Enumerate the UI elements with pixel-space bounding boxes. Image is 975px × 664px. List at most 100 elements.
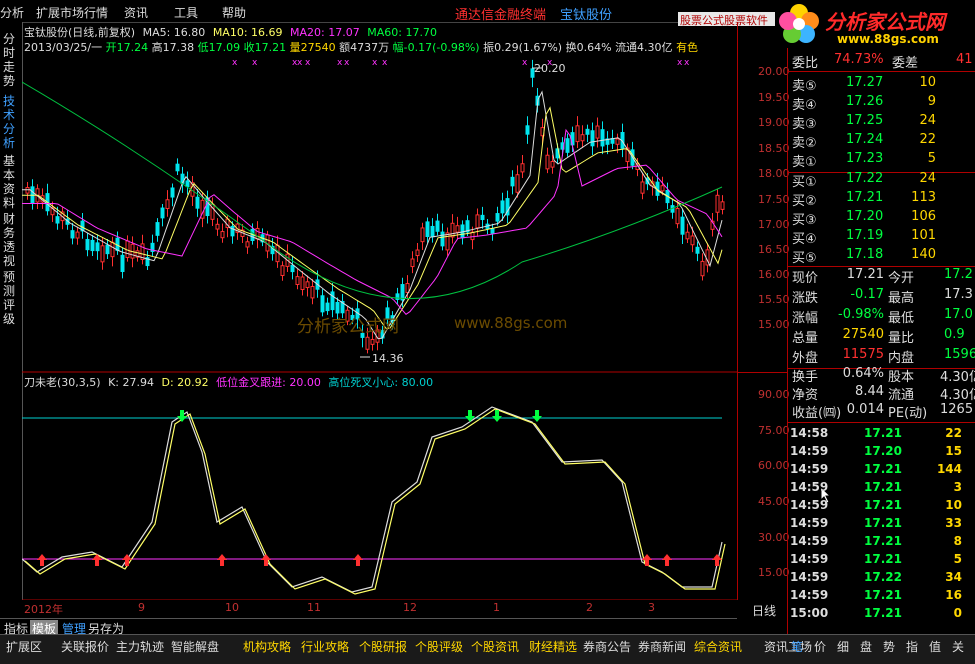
stat-label: 今开 [888,271,915,286]
ma5-line [22,90,723,340]
tab-fundamentals[interactable]: 基本资料 [3,154,17,210]
menu-news[interactable]: 资讯 [124,4,148,21]
sell-level-4: 卖④ 17.26 9 [788,94,975,114]
current-stock-name: 宝钛股份 [560,8,613,23]
tab-technical[interactable]: 技术分析 [3,94,17,150]
quote-view-button[interactable]: 笔 [791,638,803,655]
sell-level-5-price: 17.27 [846,75,884,90]
quote-view-button[interactable]: 值 [929,638,941,655]
stat2-label: 换手 [792,370,819,385]
svg-text:x: x [522,58,528,68]
indicator-tick: 30.00 [758,531,790,544]
bottom-tab[interactable]: 扩展区 [6,638,42,655]
bottom-tab[interactable]: 个股资讯 [471,638,519,655]
stat-value: 17.21 [846,267,884,282]
stat-value: 27540 [842,327,884,342]
bar-change: 幅-0.17(-0.98%) [392,41,480,54]
stat-row: 现价 17.21 今开 17.2 [788,267,975,287]
price-tick: 17.00 [758,218,790,231]
buy-level-2-label: 买② [792,194,817,209]
time-tick: 11 [307,601,321,614]
tick-row: 14:59 17.22 34 [788,570,975,588]
quote-view-button[interactable]: 细 [837,638,849,655]
price-tick: 15.00 [758,318,790,331]
sell-level-1-price: 17.23 [846,151,884,166]
bottom-tab[interactable]: 主力轨迹 [116,638,164,655]
time-tick: 2012年 [24,603,63,616]
quote-view-button[interactable]: 盘 [860,638,872,655]
stat-label: 量比 [888,331,915,346]
svg-text:x: x [344,58,350,68]
sell-level-5-volume: 10 [919,75,936,90]
chart-title: 宝钛股份(日线,前复权) [24,26,136,39]
bottom-tab[interactable]: 综合资讯 [694,638,742,655]
quote-view-button[interactable]: 价 [814,638,826,655]
menu-extended-market[interactable]: 扩展市场行情 [36,4,108,21]
menu-analysis[interactable]: 分析 [0,4,24,21]
quote-view-button[interactable]: 势 [883,638,895,655]
bottom-tab[interactable]: 智能解盘 [171,638,219,655]
indicator-low-line: 低位金叉跟进: 20.00 [216,376,321,389]
bottom-tab[interactable]: 机构攻略 [243,638,291,655]
svg-text:x: x [684,58,690,68]
tick-time: 14:59 [790,534,829,548]
indicator-high-line: 高位死叉小心: 80.00 [328,376,434,389]
buy-level-1-price: 17.22 [846,171,884,186]
sell-level-5: 卖⑤ 17.27 10 [788,75,975,95]
menu-tools[interactable]: 工具 [174,4,198,21]
buy-level-4-label: 买④ [792,232,817,247]
tick-row: 14:59 17.21 10 [788,498,975,516]
sell-level-4-price: 17.26 [846,94,884,109]
bottom-tab[interactable]: 行业攻略 [301,638,349,655]
tab-ratings[interactable]: 预测评级 [3,270,17,326]
quote-view-button[interactable]: 指 [906,638,918,655]
price-tick: 20.00 [758,65,790,78]
period-label[interactable]: 日线 [752,602,776,619]
tick-time: 14:59 [790,480,829,494]
time-tick: 12 [403,601,417,614]
tick-row: 15:00 17.21 0 [788,606,975,624]
indicator-tick: 75.00 [758,424,790,437]
tick-price: 17.21 [864,552,902,566]
quote-view-button[interactable]: 关 [952,638,964,655]
bar-date: 2013/03/25/一 [24,41,103,54]
ma60-line [22,81,723,300]
candlestick-series [25,59,725,354]
tick-volume: 8 [953,534,962,548]
bottom-tab[interactable]: 券商新闻 [638,638,686,655]
tick-price: 17.21 [864,516,902,530]
sell-level-1: 卖① 17.23 5 [788,151,975,171]
stat2-label: 股本 [888,370,915,385]
stat2-label: PE(动) [888,406,928,421]
tick-volume: 16 [945,588,962,602]
stat-row: 外盘 11575 内盘 1596 [788,347,975,367]
tick-time: 14:59 [790,498,829,512]
weicha-value: 41 [956,52,973,67]
price-tick: 18.50 [758,142,790,155]
tab-intraday[interactable]: 分时走势 [3,32,17,88]
stat-value: 1596 [944,347,975,362]
menu-help[interactable]: 帮助 [222,4,246,21]
stat-value: -0.17 [850,287,884,302]
bottom-tab[interactable]: 个股研报 [359,638,407,655]
bottom-tab[interactable]: 个股评级 [415,638,463,655]
price-tick: 18.00 [758,167,790,180]
chart-area[interactable]: xxxxxxxxxxxxx 宝钛股份(日线,前复权) MA5: 16.80 MA… [22,22,737,616]
sell-level-2-volume: 22 [919,132,936,147]
tick-volume: 22 [945,426,962,440]
price-tick: 16.00 [758,268,790,281]
stat2-value: 1265 [940,402,974,417]
bottom-tab[interactable]: 关联报价 [61,638,109,655]
tick-row: 14:59 17.20 15 [788,444,975,462]
stat-label: 涨幅 [792,311,819,326]
bottom-tab[interactable]: 资讯工场 [764,638,812,655]
chart-canvas[interactable]: xxxxxxxxxxxxx [22,22,737,600]
bottom-tab[interactable]: 财经精选 [529,638,577,655]
site-logo: 分析家公式网 www.88gs.com [775,2,975,48]
quote-panel: 委比 74.73% 委差 41 卖⑤ 17.27 10 卖④ 17.26 9 卖③ 17.25… [787,48,975,638]
ma10-label: MA10: 16.69 [212,26,283,39]
ma5-label: MA5: 16.80 [142,26,206,39]
tab-financials[interactable]: 财务透视 [3,212,17,268]
bottom-tab[interactable]: 券商公告 [583,638,631,655]
bar-amplitude: 振0.29(1.67%) [483,41,563,54]
